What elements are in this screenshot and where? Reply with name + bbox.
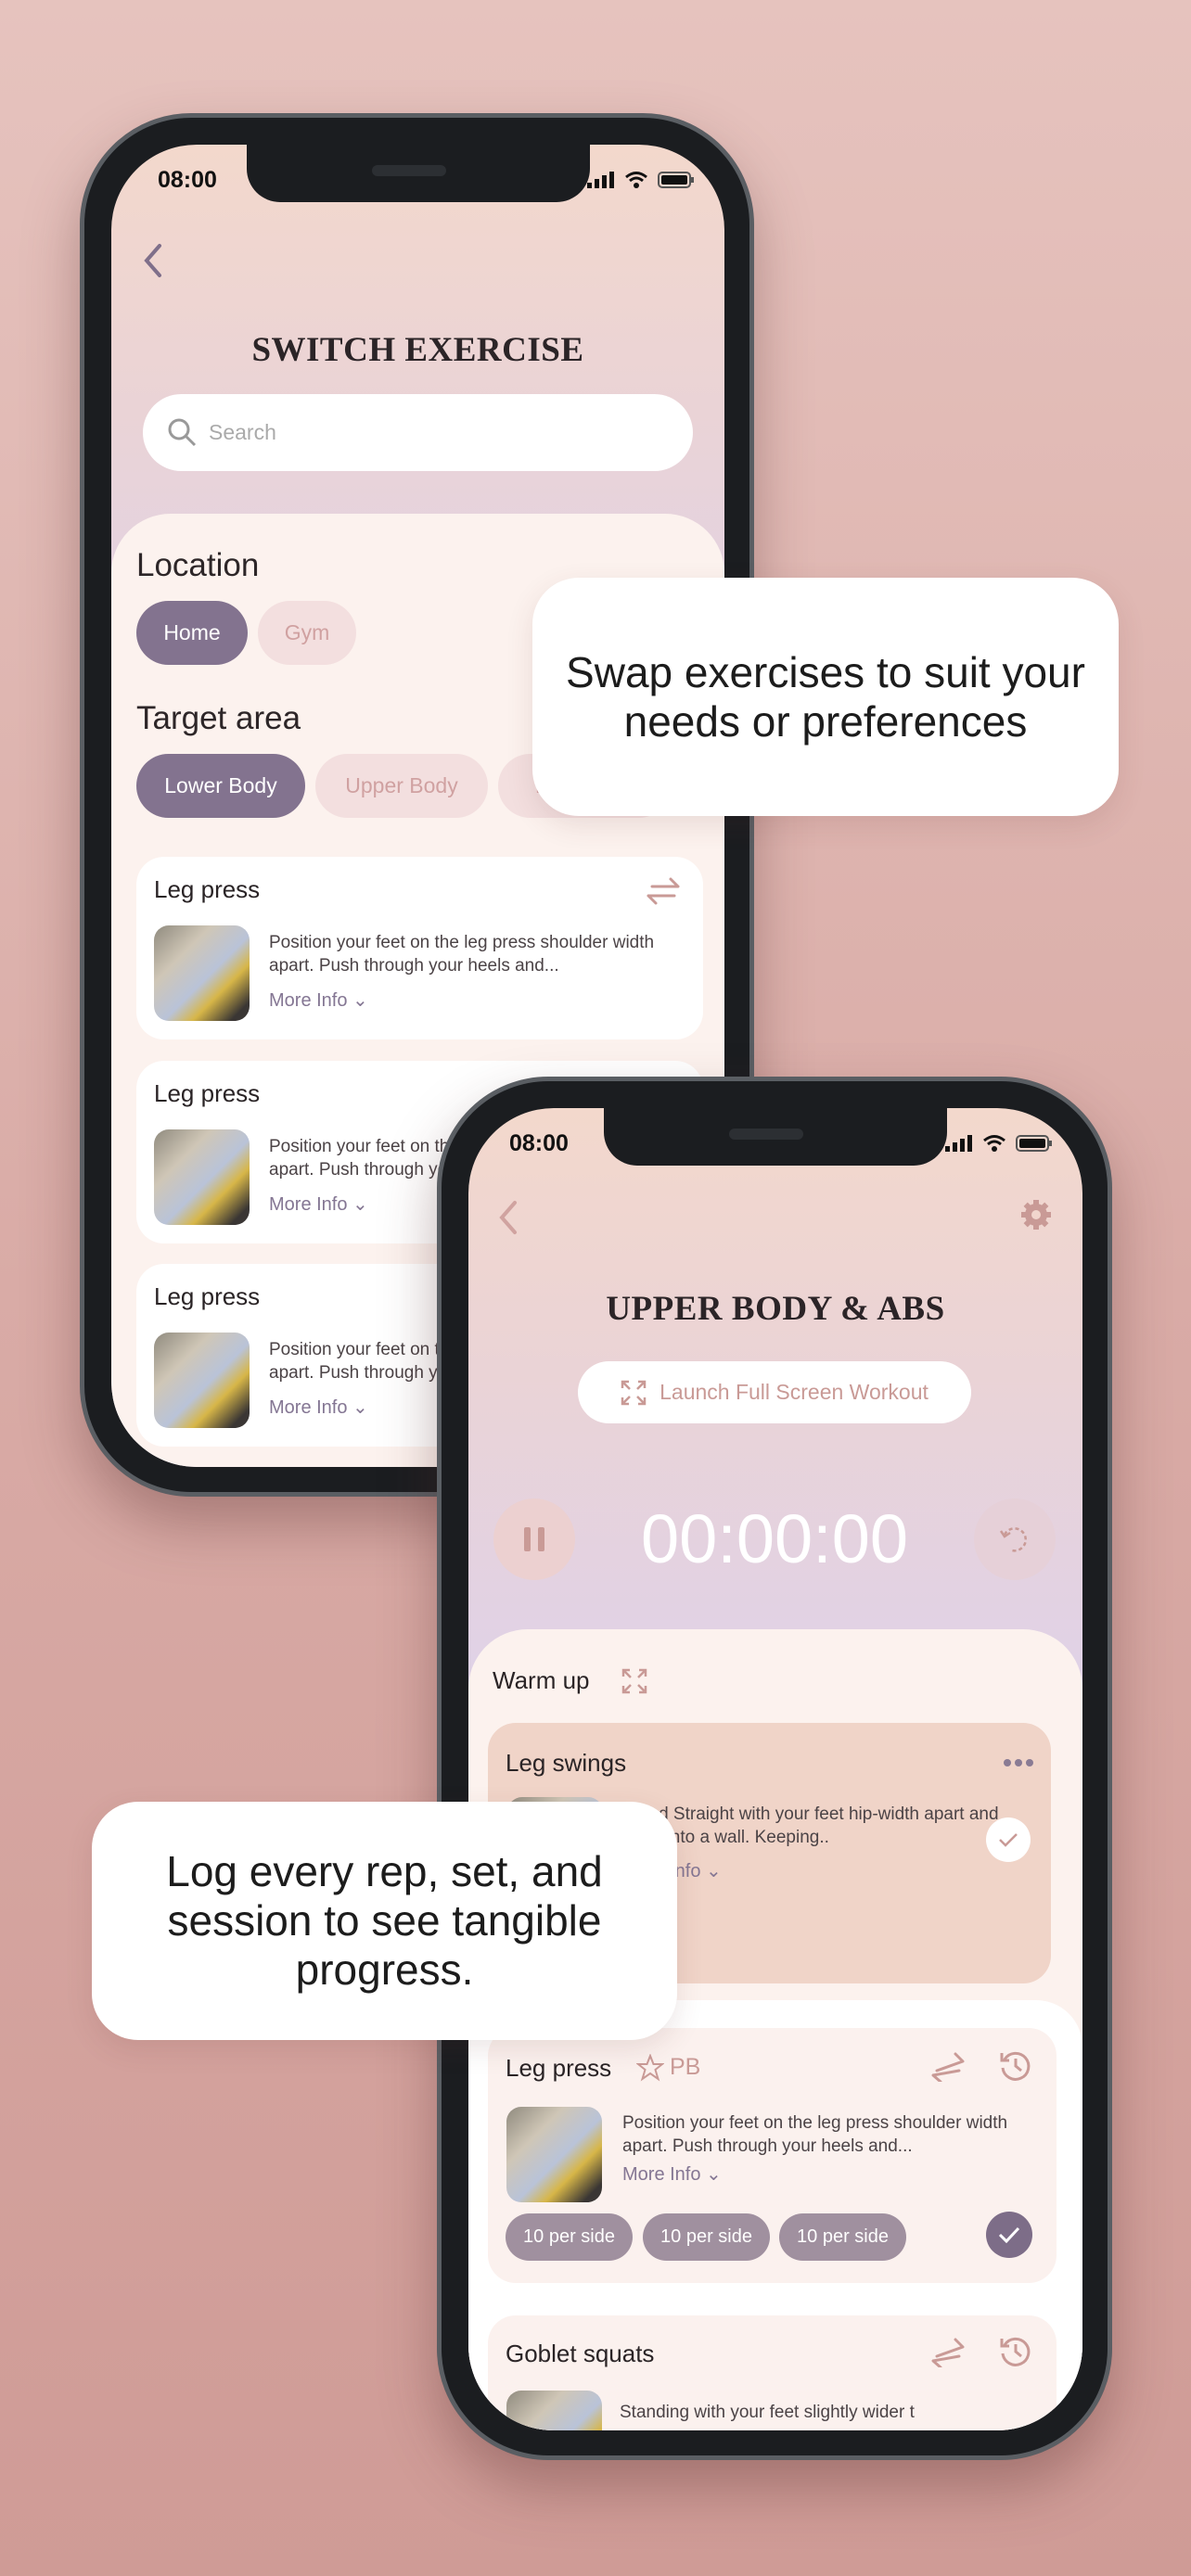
exercise-thumbnail[interactable]: [154, 925, 250, 1021]
search-placeholder: Search: [209, 420, 276, 444]
callout-log: Log every rep, set, and session to see t…: [92, 1802, 677, 2040]
exercise-name: Leg press: [154, 1079, 261, 1107]
swap-icon[interactable]: [928, 2050, 968, 2082]
expand-icon: [621, 1380, 647, 1405]
exercise-name: Leg swings: [506, 1749, 627, 1777]
chevron-down-icon: ⌄: [352, 990, 368, 1011]
check-icon: [998, 2226, 1020, 2243]
status-time: 08:00: [509, 1130, 569, 1156]
swap-icon[interactable]: [928, 2336, 968, 2367]
exercise-description: Position your feet on the leg press shou…: [269, 933, 655, 976]
expand-section-icon[interactable]: [621, 1668, 647, 1694]
more-info-label: More Info: [622, 2164, 701, 2185]
signal-icon: [945, 1135, 972, 1152]
target-lower-body-chip[interactable]: Lower Body: [136, 754, 305, 818]
exercise-name: Leg press: [154, 1282, 261, 1310]
exercise-description: Standing with your feet slightly wider t: [620, 2403, 915, 2422]
gear-icon[interactable]: [1018, 1197, 1054, 1232]
location-gym-chip[interactable]: Gym: [258, 601, 356, 665]
screen: 08:00 UPPER BODY & ABS Launch Full Scree…: [468, 1108, 1082, 2430]
location-label: Location: [136, 547, 260, 583]
more-info-link[interactable]: More Info ⌄: [269, 1396, 368, 1419]
target-upper-body-chip[interactable]: Upper Body: [315, 754, 488, 818]
set-chip[interactable]: 10 per side: [506, 2213, 633, 2261]
more-info-link[interactable]: More Info ⌄: [622, 2162, 722, 2186]
page-title: SWITCH EXERCISE: [251, 331, 584, 369]
star-icon[interactable]: [636, 2054, 664, 2082]
notch: [604, 1108, 947, 1166]
more-info-link[interactable]: More Info ⌄: [269, 988, 368, 1012]
reset-button[interactable]: [974, 1498, 1056, 1580]
reset-icon: [999, 1527, 1027, 1552]
launch-label: Launch Full Screen Workout: [660, 1380, 928, 1404]
exercise-thumbnail[interactable]: [154, 1333, 250, 1428]
page-title: UPPER BODY & ABS: [606, 1290, 945, 1328]
exercise-card[interactable]: Goblet squats Standing with your feet sl…: [488, 2315, 1057, 2430]
pause-icon: [524, 1527, 544, 1551]
complete-checkbox[interactable]: [986, 1817, 1031, 1862]
swap-icon[interactable]: [643, 875, 684, 907]
exercise-thumbnail[interactable]: [506, 2107, 602, 2202]
exercise-description: Stand Straight with your feet hip-width …: [622, 1804, 999, 1847]
exercise-name: Leg press: [154, 875, 261, 903]
complete-checkbox[interactable]: [986, 2212, 1032, 2258]
more-info-label: More Info: [269, 1194, 348, 1215]
location-home-chip[interactable]: Home: [136, 601, 248, 665]
workout-timer: 00:00:00: [640, 1500, 909, 1577]
battery-icon: [1016, 1135, 1052, 1152]
check-icon: [999, 1833, 1018, 1847]
signal-icon: [587, 172, 614, 188]
chevron-down-icon: ⌄: [352, 1194, 368, 1215]
status-time: 08:00: [158, 167, 217, 193]
exercise-description: Position your feet on the leg press shou…: [622, 2113, 1008, 2156]
status-icons: [587, 171, 695, 189]
battery-icon: [658, 172, 694, 188]
chevron-down-icon: ⌄: [352, 1397, 368, 1418]
history-icon[interactable]: [998, 2334, 1033, 2369]
target-area-label: Target area: [136, 700, 301, 736]
set-chip[interactable]: 10 per side: [643, 2213, 770, 2261]
status-icons: [945, 1134, 1053, 1153]
exercise-name: Goblet squats: [506, 2340, 655, 2367]
exercise-thumbnail[interactable]: [506, 2391, 602, 2430]
exercise-thumbnail[interactable]: [154, 1129, 250, 1225]
more-info-link[interactable]: More Info ⌄: [269, 1192, 368, 1216]
launch-full-screen-button[interactable]: Launch Full Screen Workout: [578, 1361, 971, 1423]
back-chevron-icon[interactable]: [139, 242, 167, 279]
notch: [246, 145, 590, 202]
section-title: Warm up: [493, 1666, 590, 1694]
exercise-card[interactable]: Leg press Position your feet on the leg …: [136, 857, 703, 1039]
chevron-down-icon: ⌄: [706, 2164, 722, 2185]
chevron-down-icon: ⌄: [706, 1861, 722, 1881]
more-info-label: More Info: [269, 1397, 348, 1418]
more-info-label: More Info: [269, 990, 348, 1011]
history-icon[interactable]: [998, 2048, 1033, 2084]
search-input[interactable]: Search: [143, 394, 693, 471]
phone-workout: 08:00 UPPER BODY & ABS Launch Full Scree…: [437, 1077, 1112, 2460]
more-options-icon[interactable]: [1003, 1758, 1034, 1767]
pause-button[interactable]: [493, 1498, 575, 1580]
wifi-icon: [625, 172, 647, 188]
pb-badge: PB: [670, 2054, 701, 2080]
back-chevron-icon[interactable]: [494, 1199, 522, 1236]
search-icon: [168, 418, 197, 447]
callout-swap: Swap exercises to suit your needs or pre…: [532, 578, 1119, 816]
wifi-icon: [983, 1135, 1005, 1152]
exercise-name: Leg press: [506, 2054, 612, 2082]
set-chip[interactable]: 10 per side: [779, 2213, 906, 2261]
exercise-card[interactable]: Leg press PB Position your feet on the l…: [488, 2028, 1057, 2283]
